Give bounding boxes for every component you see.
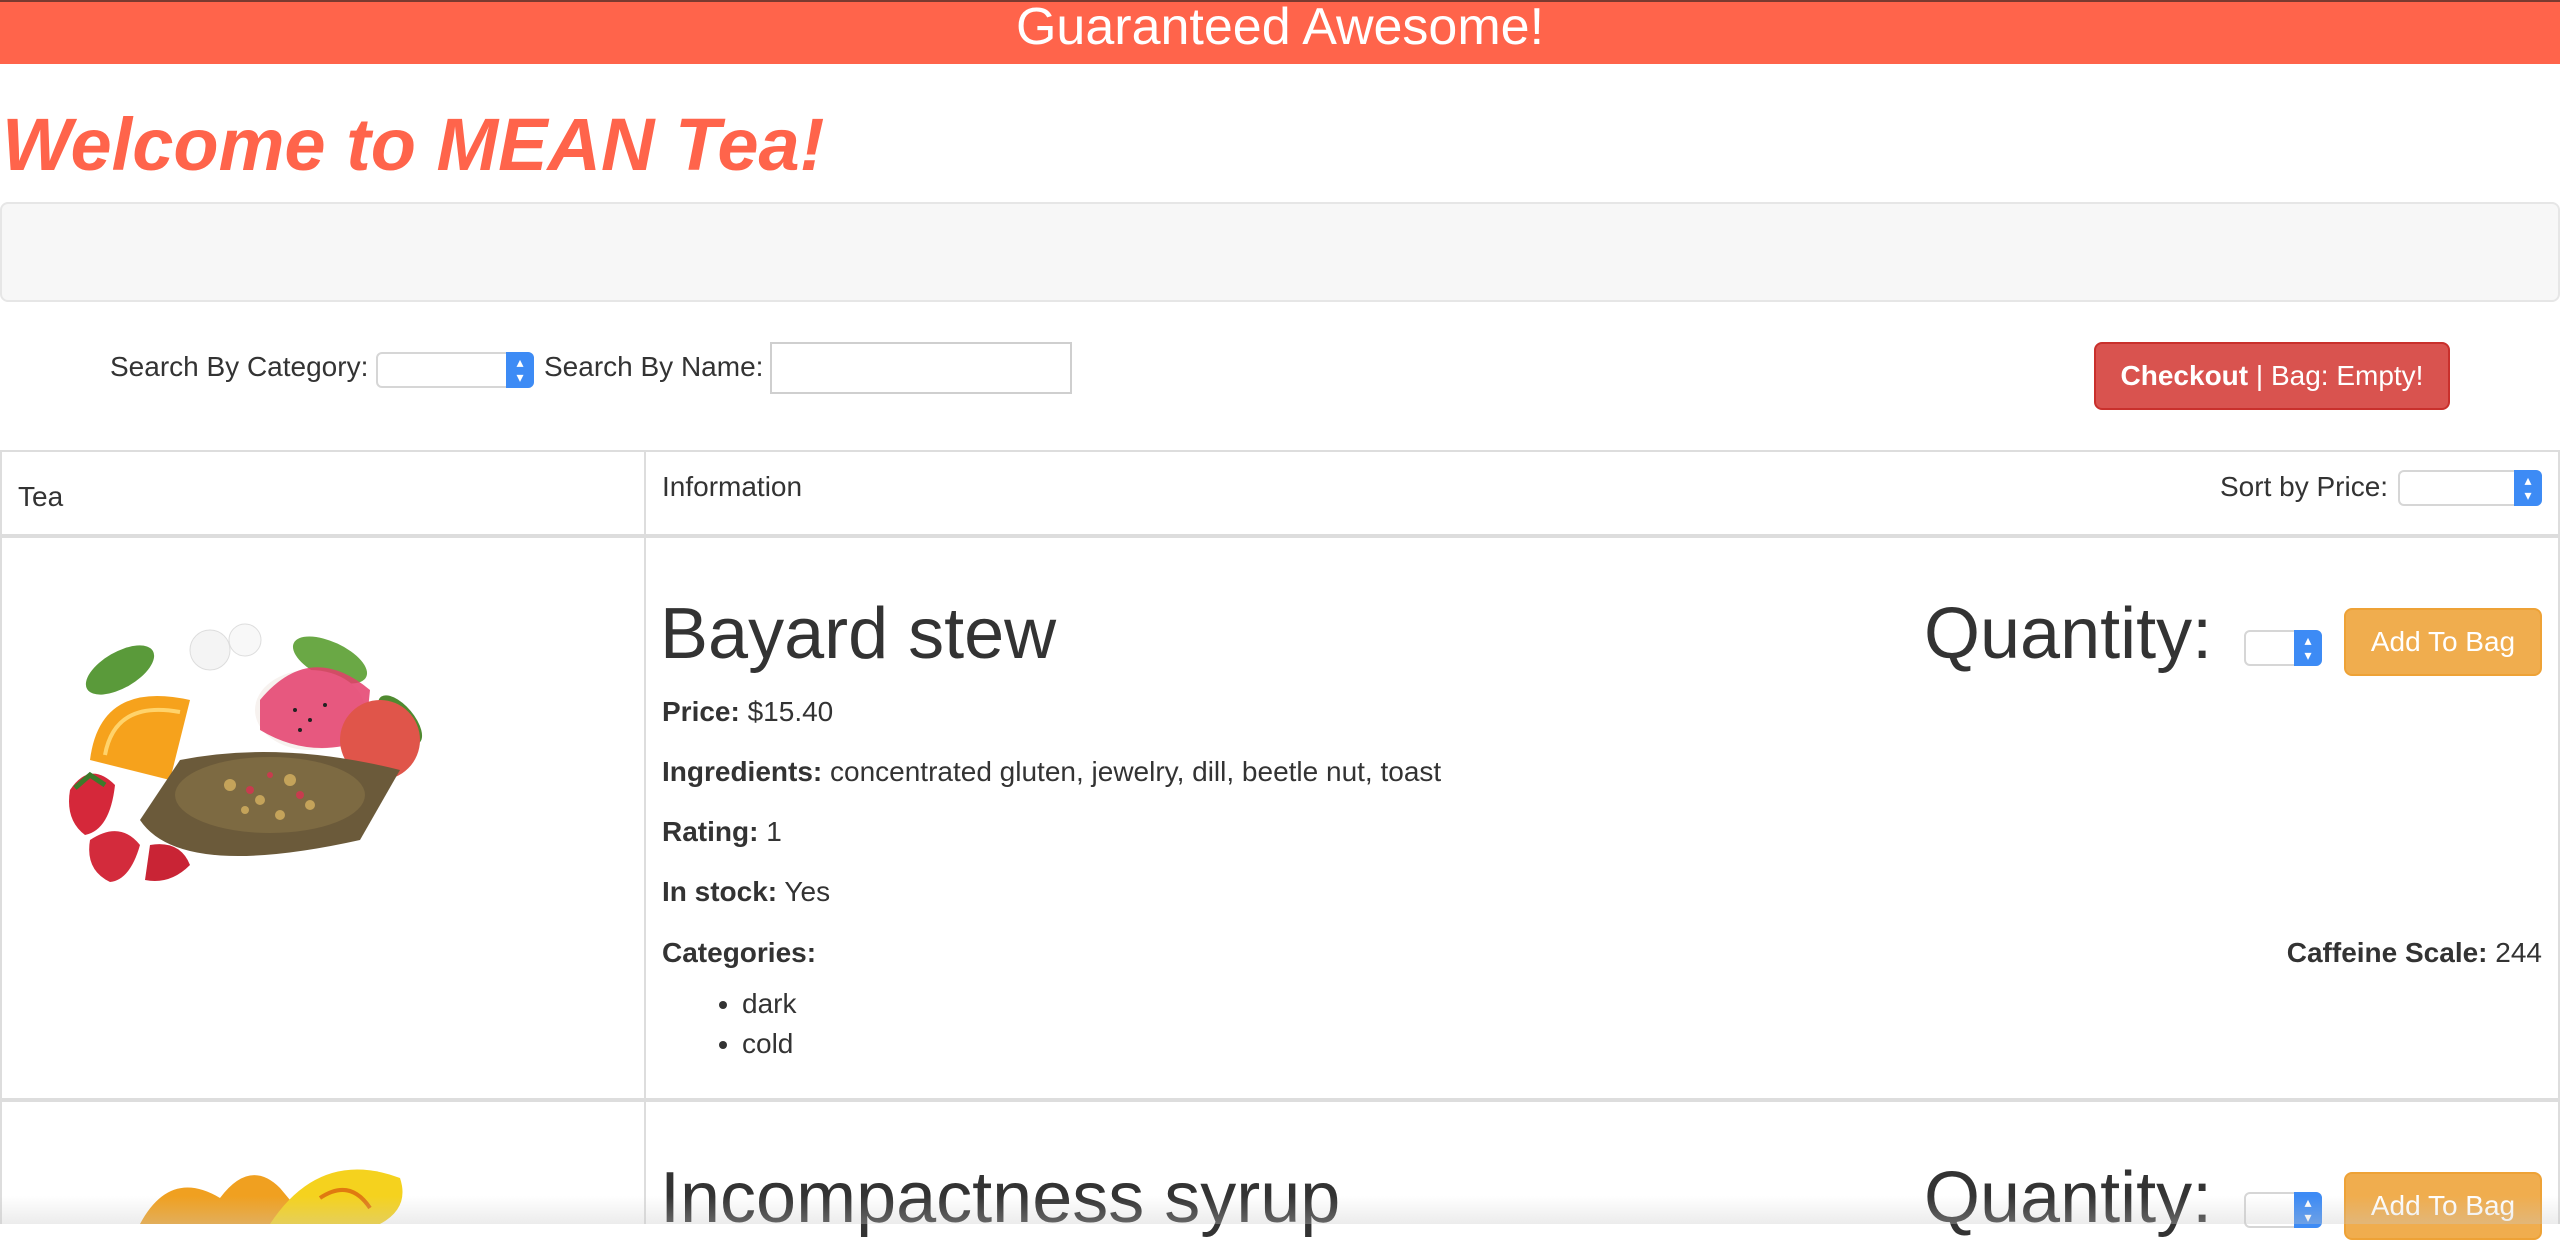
tea-product-image [69, 623, 423, 882]
tea-name: Bayard stew [660, 594, 1057, 674]
list-item: cold [742, 1024, 796, 1064]
caffeine-value: 244 [2495, 937, 2542, 968]
sort-by-price-select[interactable]: ▴ ▾ [2398, 470, 2542, 506]
in-stock-label: In stock: [662, 876, 778, 907]
column-header-information: Information [662, 471, 803, 502]
rating-label: Rating: [662, 816, 759, 847]
rating-line: Rating: 1 [662, 815, 782, 849]
column-divider [644, 450, 646, 1224]
sort-by-price-label: Sort by Price: [2220, 471, 2389, 502]
caffeine-line: Caffeine Scale: 244 [2287, 936, 2542, 970]
in-stock-line: In stock: Yes [662, 875, 830, 909]
caffeine-label: Caffeine Scale: [2286, 937, 2488, 968]
promo-banner: Guaranteed Awesome! [0, 0, 2560, 64]
select-arrows-icon: ▴▾ [2294, 630, 2322, 666]
row-divider [0, 1098, 2560, 1102]
categories-line: Categories: [662, 936, 816, 970]
header-row-divider [0, 534, 2560, 538]
column-header-tea: Tea [18, 481, 64, 512]
quantity-select[interactable]: ▴▾ [2244, 630, 2322, 666]
name-filter-label: Search By Name: [544, 351, 764, 382]
category-filter-label: Search By Category: [110, 351, 369, 382]
quantity-label: Quantity: [1924, 594, 2213, 674]
category-list: dark cold [662, 984, 796, 1064]
page-title: Welcome to MEAN Tea! [2, 103, 825, 186]
name-search-input[interactable] [770, 342, 1072, 394]
in-stock-value: Yes [784, 876, 831, 907]
price-value: $15.40 [747, 696, 834, 727]
ingredients-line: Ingredients: concentrated gluten, jewelr… [662, 755, 1441, 789]
categories-label: Categories: [662, 937, 817, 968]
ingredients-value: concentrated gluten, jewelry, dill, beet… [830, 756, 1442, 787]
select-arrows-icon: ▴▾ [2514, 470, 2542, 506]
price-label: Price: [662, 696, 740, 727]
ingredients-label: Ingredients: [662, 756, 823, 787]
bag-status: | Bag: Empty! [2248, 360, 2424, 391]
checkout-button[interactable]: Checkout | Bag: Empty! [2094, 342, 2450, 410]
checkout-label: Checkout [2120, 360, 2249, 391]
add-to-bag-button[interactable]: Add To Bag [2344, 608, 2542, 676]
jumbotron-panel [0, 202, 2560, 302]
list-item: dark [742, 984, 796, 1024]
select-arrows-icon: ▴▾ [506, 352, 534, 388]
category-select[interactable]: ▴ ▾ [376, 352, 534, 388]
rating-value: 1 [766, 816, 782, 847]
price-line: Price: $15.40 [662, 695, 833, 729]
banner-text: Guaranteed Awesome! [1015, 0, 1545, 56]
window-bottom-shadow [0, 1196, 2560, 1224]
